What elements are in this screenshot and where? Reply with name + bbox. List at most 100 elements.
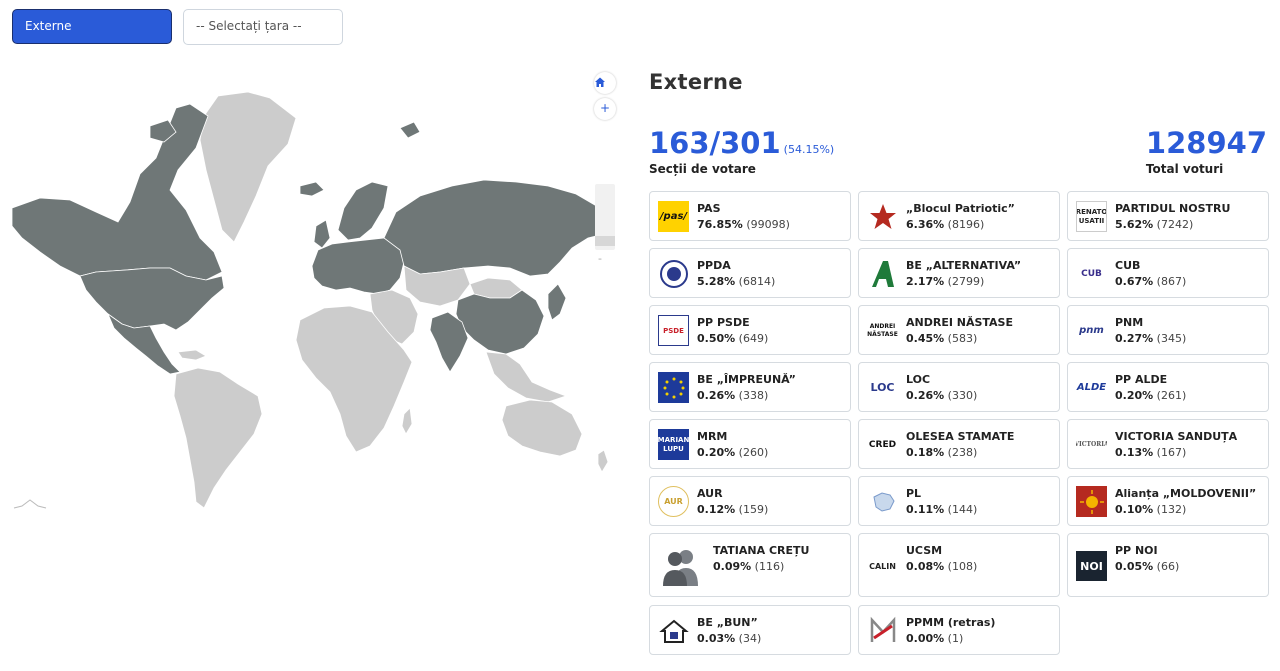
world-map[interactable]: + - bbox=[0, 62, 630, 532]
home-icon bbox=[595, 77, 605, 87]
party-result: 0.20% (261) bbox=[1115, 389, 1186, 402]
page: Externe -- Selectați țara -- + - Externe… bbox=[0, 0, 1280, 671]
party-result: 5.62% (7242) bbox=[1115, 218, 1193, 231]
party-percent: 5.62% bbox=[1115, 218, 1154, 231]
loc-logo: LOC bbox=[870, 381, 895, 394]
cub-logo: CUB bbox=[1081, 268, 1102, 279]
party-name: PNM bbox=[1115, 316, 1144, 329]
ppda-logo bbox=[658, 258, 689, 289]
party-percent: 0.10% bbox=[1115, 503, 1154, 516]
party-result: 0.12% (159) bbox=[697, 503, 768, 516]
party-percent: 0.20% bbox=[697, 446, 736, 459]
person-silhouette-logo bbox=[658, 546, 702, 586]
bun-logo bbox=[658, 615, 689, 646]
party-votes: (238) bbox=[947, 446, 978, 459]
map-region-russia bbox=[383, 179, 613, 277]
region-externe-button[interactable]: Externe bbox=[12, 9, 172, 44]
party-name: LOC bbox=[906, 373, 931, 386]
party-percent: 0.09% bbox=[713, 560, 752, 573]
party-name: PPDA bbox=[697, 259, 731, 272]
ppmm-logo bbox=[867, 615, 898, 646]
party-card-pp-alde[interactable]: ALDE PP ALDE 0.20% (261) bbox=[1067, 362, 1269, 412]
map-region-caribbean bbox=[177, 349, 207, 361]
party-card-aur[interactable]: AUR AUR 0.12% (159) bbox=[649, 476, 851, 526]
party-result: 0.50% (649) bbox=[697, 332, 768, 345]
party-card-ucsm[interactable]: CALIN UCSM 0.08% (108) bbox=[858, 533, 1060, 597]
party-card-ppda[interactable]: PPDA 5.28% (6814) bbox=[649, 248, 851, 298]
map-region-scandinavia bbox=[337, 181, 389, 241]
party-card-pl[interactable]: PL 0.11% (144) bbox=[858, 476, 1060, 526]
house-icon bbox=[658, 619, 689, 643]
region-title: Externe bbox=[649, 70, 743, 94]
party-card-partidul-nostru[interactable]: RENATO USATII PARTIDUL NOSTRU 5.62% (724… bbox=[1067, 191, 1269, 241]
party-votes: (144) bbox=[947, 503, 978, 516]
party-card-andrei-nastase[interactable]: ANDREI NĂSTASE ANDREI NĂSTASE 0.45% (583… bbox=[858, 305, 1060, 355]
party-result: 0.67% (867) bbox=[1115, 275, 1186, 288]
green-a-icon bbox=[871, 260, 894, 287]
ucsm-logo: CALIN bbox=[869, 561, 896, 571]
ppmm-emblem-icon bbox=[870, 616, 895, 642]
party-card-olesea-stamate[interactable]: CRED OLESEA STAMATE 0.18% (238) bbox=[858, 419, 1060, 469]
party-card-pas[interactable]: /pas/ PAS 76.85% (99098) bbox=[649, 191, 851, 241]
map-region-south-america bbox=[173, 367, 263, 509]
map-zoom-out-button[interactable]: - bbox=[598, 252, 602, 265]
sections-percent: (54.15%) bbox=[783, 143, 835, 156]
map-home-button[interactable] bbox=[594, 72, 616, 94]
map-zoom-slider-thumb[interactable] bbox=[595, 236, 615, 246]
party-name: VICTORIA SANDUȚA bbox=[1115, 430, 1238, 443]
party-card-moldovenii[interactable]: Alianța „MOLDOVENII” 0.10% (132) bbox=[1067, 476, 1269, 526]
party-percent: 2.17% bbox=[906, 275, 945, 288]
party-result: 0.18% (238) bbox=[906, 446, 977, 459]
party-votes: (1) bbox=[947, 632, 964, 645]
map-region-greenland bbox=[199, 91, 297, 243]
party-percent: 0.26% bbox=[697, 389, 736, 402]
party-card-victoria-sanduta[interactable]: VICTORIA VICTORIA SANDUȚA 0.13% (167) bbox=[1067, 419, 1269, 469]
party-percent: 0.05% bbox=[1115, 560, 1154, 573]
party-result: 5.28% (6814) bbox=[697, 275, 775, 288]
total-votes-label: Total voturi bbox=[1145, 162, 1224, 176]
party-percent: 0.20% bbox=[1115, 389, 1154, 402]
party-card-pp-psde[interactable]: PSDE PP PSDE 0.50% (649) bbox=[649, 305, 851, 355]
country-select[interactable]: -- Selectați țara -- bbox=[183, 9, 343, 45]
party-name: PP ALDE bbox=[1115, 373, 1168, 386]
ppda-emblem-icon bbox=[659, 259, 688, 288]
party-votes: (7242) bbox=[1156, 218, 1194, 231]
eu-stars-icon bbox=[663, 377, 684, 398]
party-card-alternativa[interactable]: BE „ALTERNATIVA” 2.17% (2799) bbox=[858, 248, 1060, 298]
party-name: Alianța „MOLDOVENII” bbox=[1115, 487, 1257, 500]
marian-lupu-logo: MARIAN LUPU bbox=[658, 429, 689, 460]
map-zoom-in-button[interactable]: + bbox=[594, 98, 616, 120]
world-map-svg[interactable] bbox=[0, 62, 630, 532]
noi-logo: NOI bbox=[1076, 551, 1107, 581]
total-votes-stat: 128947 Total voturi bbox=[1146, 126, 1267, 176]
map-zoom-slider[interactable] bbox=[595, 184, 615, 250]
map-region-svalbard bbox=[399, 121, 421, 139]
party-percent: 0.08% bbox=[906, 560, 945, 573]
party-card-pp-noi[interactable]: NOI PP NOI 0.05% (66) bbox=[1067, 533, 1269, 597]
renato-usatii-logo: RENATO USATII bbox=[1076, 201, 1107, 232]
party-card-loc[interactable]: LOC LOC 0.26% (330) bbox=[858, 362, 1060, 412]
party-percent: 0.67% bbox=[1115, 275, 1154, 288]
map-watermark-icon bbox=[13, 499, 47, 509]
alternativa-logo bbox=[867, 258, 898, 289]
party-votes: (261) bbox=[1156, 389, 1187, 402]
party-result: 0.00% (1) bbox=[906, 632, 963, 645]
party-votes: (116) bbox=[754, 560, 785, 573]
party-card-mrm[interactable]: MARIAN LUPU MRM 0.20% (260) bbox=[649, 419, 851, 469]
party-card-bun[interactable]: BE „BUN” 0.03% (34) bbox=[649, 605, 851, 655]
party-name: BE „ÎMPREUNĂ” bbox=[697, 373, 796, 386]
party-percent: 6.36% bbox=[906, 218, 945, 231]
party-card-pnm[interactable]: pnm PNM 0.27% (345) bbox=[1067, 305, 1269, 355]
party-result: 0.03% (34) bbox=[697, 632, 761, 645]
party-card-blocul-patriotic[interactable]: „Blocul Patriotic” 6.36% (8196) bbox=[858, 191, 1060, 241]
party-votes: (132) bbox=[1156, 503, 1187, 516]
party-votes: (649) bbox=[738, 332, 769, 345]
party-card-impreuna[interactable]: BE „ÎMPREUNĂ” 0.26% (338) bbox=[649, 362, 851, 412]
party-card-tatiana-cretu[interactable]: TATIANA CREȚU 0.09% (116) bbox=[649, 533, 851, 597]
map-region-se-asia bbox=[485, 351, 568, 403]
party-result: 6.36% (8196) bbox=[906, 218, 984, 231]
party-result: 0.09% (116) bbox=[713, 560, 784, 573]
map-region-uk bbox=[313, 219, 331, 249]
party-card-ppmm[interactable]: PPMM (retras) 0.00% (1) bbox=[858, 605, 1060, 655]
party-card-cub[interactable]: CUB CUB 0.67% (867) bbox=[1067, 248, 1269, 298]
